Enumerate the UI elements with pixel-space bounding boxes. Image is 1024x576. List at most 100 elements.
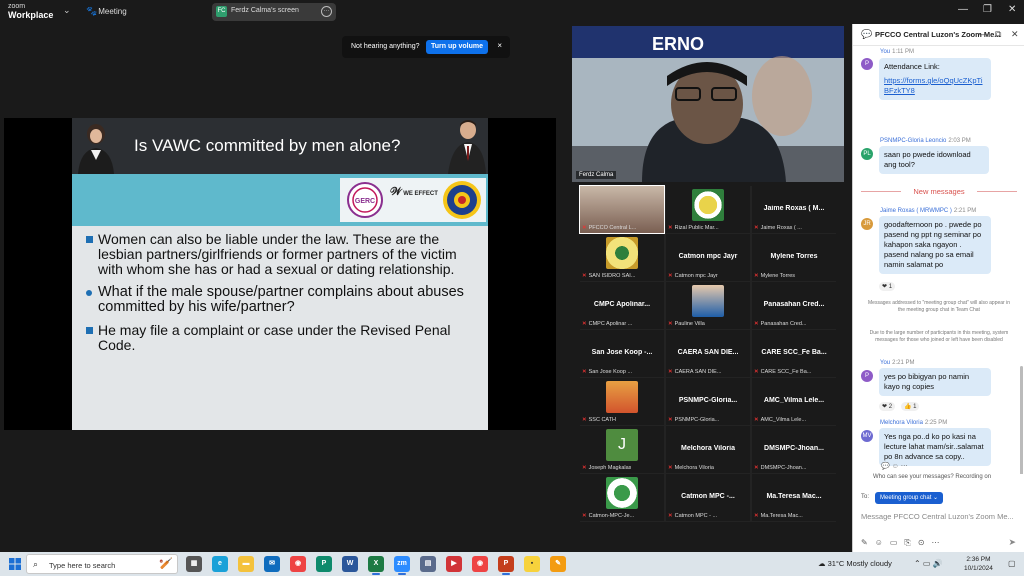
participant-tile[interactable]: San Jose Koop -... ⨯ San Jose Koop ...: [580, 330, 664, 377]
slide-bullet-2: What if the male spouse/partner complain…: [86, 285, 482, 315]
file-explorer-icon[interactable]: ▬: [238, 556, 254, 572]
chat-messages: P You 1:11 PM Attendance Link: https://fo…: [853, 46, 1024, 474]
attendance-link[interactable]: https://forms.gle/oQqUcZKpTiBFzkTY8: [884, 76, 983, 95]
participant-avatar: [606, 237, 638, 269]
publisher-icon[interactable]: P: [316, 556, 332, 572]
system-tray-icons[interactable]: ⌃ ▭ 🔊: [914, 559, 943, 568]
participant-tile[interactable]: PSNMPC-Gloria... ⨯ PSNMPC-Gloria...: [666, 378, 750, 425]
turn-up-volume-button[interactable]: Turn up volume: [426, 40, 488, 54]
participant-name-label: ⨯ Catmon MPC - ...: [668, 513, 718, 519]
participant-tile[interactable]: Mylene Torres ⨯ Mylene Torres: [752, 234, 836, 281]
meeting-icon: 🐾: [86, 6, 98, 16]
participant-tile[interactable]: J ⨯ Joseph Magkalas: [580, 426, 664, 473]
sticky-notes-icon[interactable]: ▪: [524, 556, 540, 572]
excel-icon[interactable]: X: [368, 556, 384, 575]
participant-tile[interactable]: Melchora Viloria ⨯ Melchora Viloria: [666, 426, 750, 473]
chat-toolbar-icons[interactable]: ✎☺▭⎘⊙⋯: [861, 538, 947, 548]
avatar: MV: [861, 430, 873, 442]
participant-name-large: AMC_Vilma Lele...: [763, 397, 825, 404]
media-player-icon[interactable]: ▶: [446, 556, 462, 572]
muted-mic-icon: ⨯: [754, 465, 759, 471]
meeting-tab[interactable]: 🐾 Meeting: [86, 6, 127, 17]
participant-tile[interactable]: CARE SCC_Fe Ba... ⨯ CARE SCC_Fe Ba...: [752, 330, 836, 377]
message-sender: You 2:21 PM: [880, 360, 915, 366]
more-options-icon[interactable]: ···: [321, 6, 332, 17]
participant-tile[interactable]: DMSMPC-Jhoan... ⨯ DMSMPC-Jhoan...: [752, 426, 836, 473]
participant-avatar: [606, 477, 638, 509]
muted-mic-icon: ⨯: [668, 513, 673, 519]
powerpoint-icon[interactable]: P: [498, 556, 514, 575]
restore-icon[interactable]: ❐: [983, 4, 992, 15]
speaker-name-label: Ferdz Calma: [576, 171, 617, 179]
chat-scrollbar[interactable]: [1020, 366, 1023, 474]
participant-name-large: CMPC Apolinar...: [593, 301, 651, 308]
slide-body: Women can also be liable under the law. …: [86, 232, 482, 361]
reaction-badge[interactable]: ❤ 2: [879, 402, 896, 411]
send-icon[interactable]: ➤: [1008, 537, 1016, 548]
participant-name-label: ⨯ Panasahan Cred...: [754, 321, 807, 327]
participant-tile[interactable]: ⨯ SAN ISIDRO SAI...: [580, 234, 664, 281]
svg-text:ERNO: ERNO: [652, 34, 704, 54]
muted-mic-icon: ⨯: [668, 465, 673, 471]
system-notice: Messages addressed to "meeting group cha…: [868, 300, 1010, 313]
participant-tile[interactable]: Panasahan Cred... ⨯ Panasahan Cred...: [752, 282, 836, 329]
participant-name-label: ⨯ Rizal Public Mar...: [668, 225, 719, 231]
recording-notice[interactable]: Who can see your messages? Recording on: [873, 474, 991, 480]
paint-icon[interactable]: ✎: [550, 556, 566, 572]
participant-tile[interactable]: ⨯ Pauline Villa: [666, 282, 750, 329]
participant-tile[interactable]: ⨯ PFCCO Central L...: [579, 185, 665, 234]
shared-screen-indicator[interactable]: FC Ferdz Calma's screen ···: [212, 3, 336, 21]
reaction-badge[interactable]: 👍 1: [901, 402, 920, 411]
participant-tile[interactable]: Jaime Roxas ( M... ⨯ Jaime Roxas ( ...: [752, 186, 836, 233]
taskbar-search[interactable]: ⌕ Type here to search 🏏: [26, 554, 178, 574]
notification-icon[interactable]: ▢: [1008, 559, 1016, 568]
chevron-down-icon[interactable]: ⌄: [63, 5, 71, 16]
minimize-icon[interactable]: —: [958, 4, 968, 15]
pop-out-icon[interactable]: ⧉: [995, 29, 1001, 40]
active-speaker-video[interactable]: ERNO Ferdz Calma: [572, 26, 844, 182]
windows-taskbar: ⌕ Type here to search 🏏 ▦ e ▬ ✉ ◉ P W X …: [0, 552, 1024, 576]
slide-bullet-1: Women can also be liable under the law. …: [86, 232, 482, 277]
participant-name-label: ⨯ Joseph Magkalas: [582, 465, 632, 471]
minimize-panel-icon[interactable]: —: [979, 29, 988, 39]
zoom-workplace-logo[interactable]: zoom Workplace: [8, 2, 53, 20]
chrome-icon[interactable]: ◉: [290, 556, 306, 572]
reaction-badge[interactable]: ❤ 1: [879, 282, 896, 291]
participant-tile[interactable]: ⨯ Catmon-MPC-Je...: [580, 474, 664, 521]
chat-input[interactable]: Message PFCCO Central Luzon's Zoom Me...: [861, 512, 1019, 521]
weather-widget[interactable]: ☁ 31°C Mostly cloudy: [818, 559, 892, 568]
chat-message: saan po pwede idownload ang tool?: [879, 146, 989, 174]
calendar-icon[interactable]: ▤: [420, 556, 436, 572]
message-actions-icons[interactable]: 💬 ☺ ⋯: [881, 462, 908, 470]
participant-name-label: ⨯ Ma.Teresa Mac...: [754, 513, 803, 519]
windows-start-icon[interactable]: [9, 558, 21, 570]
chat-message: Yes nga po..d ko po kasi na lecture laha…: [879, 428, 991, 466]
participant-name-label: ⨯ PSNMPC-Gloria...: [668, 417, 720, 423]
participant-tile[interactable]: CMPC Apolinar... ⨯ CMPC Apolinar ...: [580, 282, 664, 329]
mail-icon[interactable]: ✉: [264, 556, 280, 572]
participant-tile[interactable]: Ma.Teresa Mac... ⨯ Ma.Teresa Mac...: [752, 474, 836, 521]
participant-tile[interactable]: Catmon MPC -... ⨯ Catmon MPC - ...: [666, 474, 750, 521]
chrome-profile-icon[interactable]: ◉: [472, 556, 488, 572]
participant-tile[interactable]: ⨯ SSC CATH: [580, 378, 664, 425]
toast-close-button[interactable]: ×: [497, 41, 502, 50]
participant-tile[interactable]: AMC_Vilma Lele... ⨯ AMC_Vilma Lele...: [752, 378, 836, 425]
taskbar-clock[interactable]: 2:36 PM 10/1/2024: [964, 555, 993, 573]
participant-tile[interactable]: CAERA SAN DIE... ⨯ CAERA SAN DIE...: [666, 330, 750, 377]
recipient-selector[interactable]: Meeting group chat ⌄: [875, 492, 944, 504]
word-icon[interactable]: W: [342, 556, 358, 572]
close-chat-icon[interactable]: ✕: [1011, 29, 1019, 40]
zoom-icon[interactable]: zm: [394, 556, 410, 575]
message-sender: Jaime Roxas ( MRWMPC ) 2:21 PM: [880, 208, 977, 214]
chat-panel: 💬 PFCCO Central Luzon's Zoom Me... — ⧉ ✕…: [852, 24, 1024, 552]
edge-icon[interactable]: e: [212, 556, 228, 572]
participant-gallery: ⨯ PFCCO Central L... ⨯ Rizal Public Mar... J…: [579, 185, 836, 522]
participant-tile[interactable]: Catmon mpc Jayr ⨯ Catmon mpc Jayr: [666, 234, 750, 281]
muted-mic-icon: ⨯: [668, 369, 673, 375]
participant-tile[interactable]: ⨯ Rizal Public Mar...: [666, 186, 750, 233]
task-view-icon[interactable]: ▦: [186, 556, 202, 572]
participant-name-large: CARE SCC_Fe Ba...: [761, 349, 827, 356]
participant-name-label: ⨯ Pauline Villa: [668, 321, 705, 327]
close-icon[interactable]: ✕: [1008, 4, 1016, 15]
muted-mic-icon: ⨯: [668, 273, 673, 279]
